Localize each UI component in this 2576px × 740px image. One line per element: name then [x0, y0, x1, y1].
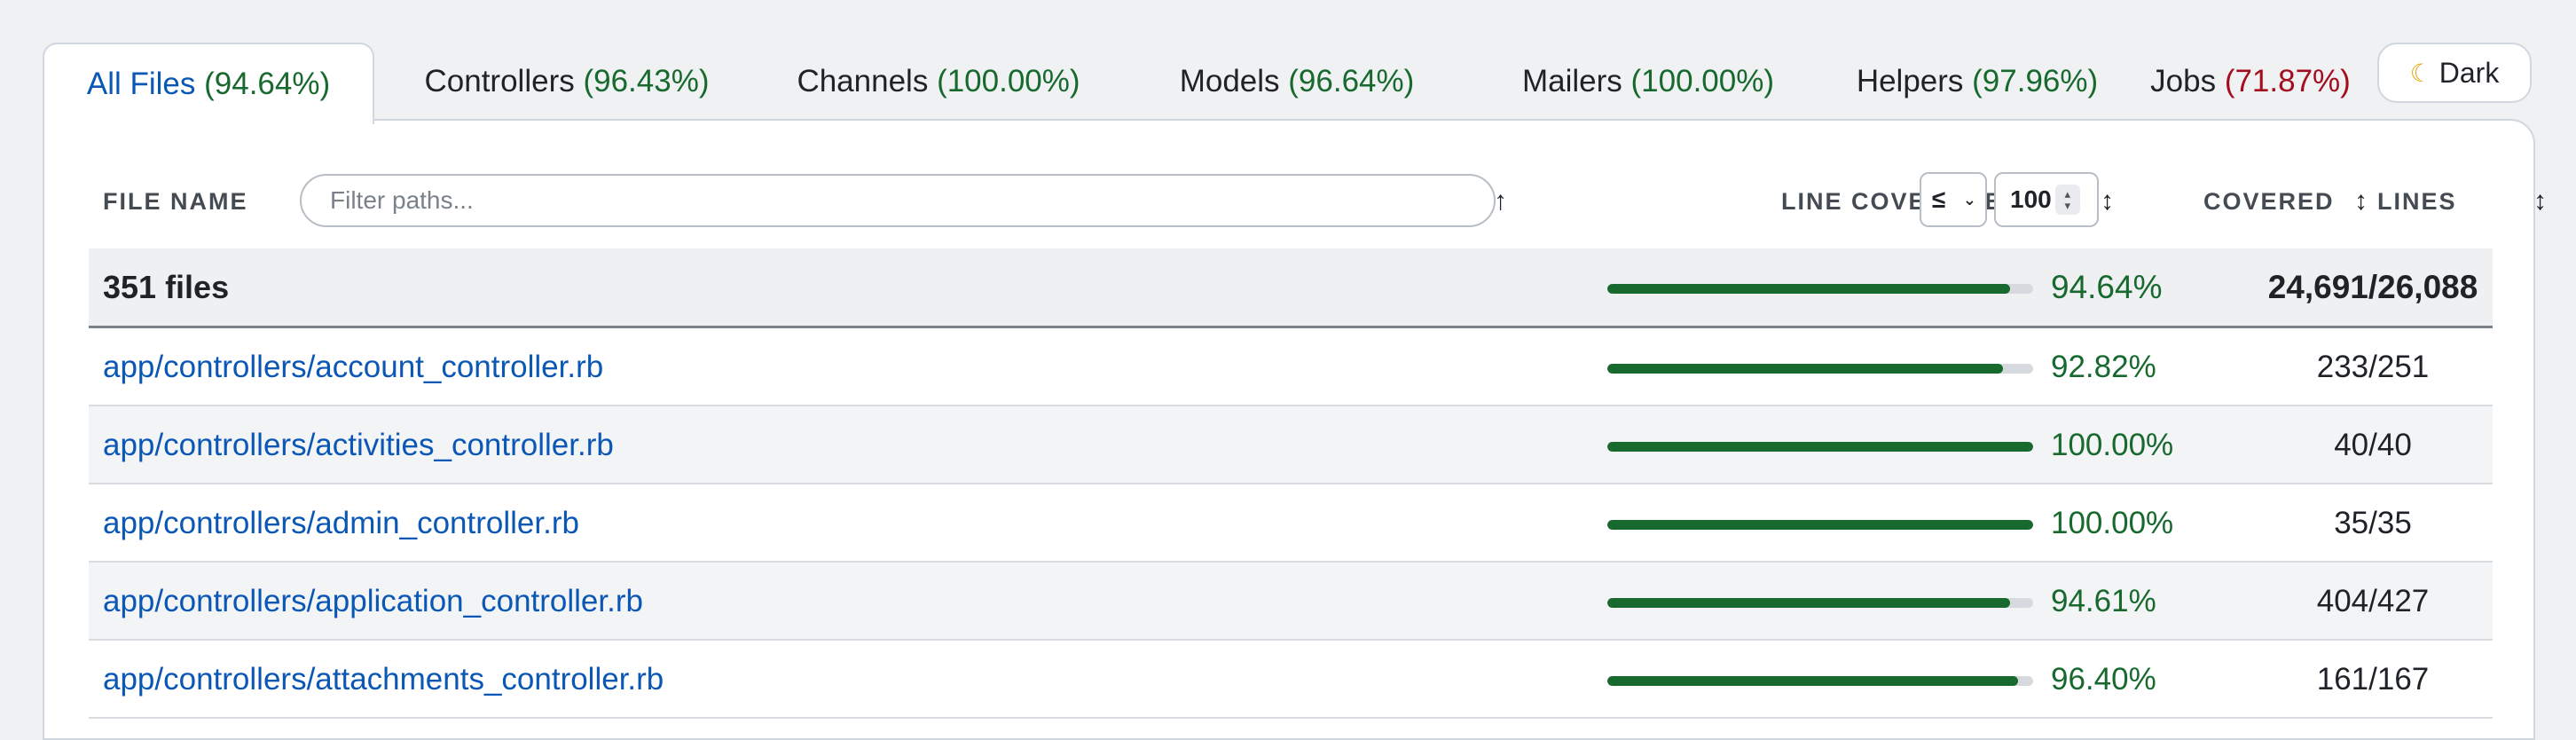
coverage-percent: 94.64%: [2051, 269, 2163, 305]
coverage-percent: 92.82%: [2051, 350, 2156, 384]
table-row: app/controllers/admin_controller.rb 100.…: [89, 484, 2493, 563]
coverage-bar: [1607, 364, 2033, 374]
coverage-bar: [1607, 676, 2033, 686]
summary-row: 351 files 94.64% 24,691/26,088: [89, 248, 2493, 328]
coverage-bar: [1607, 284, 2033, 294]
table-row: app/controllers/activities_controller.rb…: [89, 406, 2493, 484]
tab-channels[interactable]: Channels (100.00%): [779, 43, 1098, 121]
coverage-percent: 100.00%: [2051, 428, 2174, 462]
sort-both-icon[interactable]: ↕: [2101, 174, 2114, 229]
file-link[interactable]: app/controllers/account_controller.rb: [103, 328, 603, 406]
tab-bar: All Files (94.64%) Controllers (96.43%) …: [43, 43, 2535, 124]
covered-lines-header[interactable]: COVERED: [2203, 174, 2335, 229]
file-name-header[interactable]: FILE NAME: [103, 174, 248, 229]
coverage-bar: [1607, 520, 2033, 530]
file-link[interactable]: app/controllers/admin_controller.rb: [103, 484, 579, 563]
table-row: app/controllers/account_controller.rb 92…: [89, 328, 2493, 406]
sort-arrow-up-icon[interactable]: ↑: [1494, 174, 1507, 229]
file-link[interactable]: app/controllers/activities_controller.rb: [103, 406, 614, 484]
coverage-bar-fill: [1607, 676, 2018, 686]
moon-icon: ☾: [2409, 59, 2432, 87]
tab-label: Helpers: [1856, 64, 1964, 98]
tab-controllers[interactable]: Controllers (96.43%): [404, 43, 729, 121]
coverage-percent: 96.40%: [2051, 662, 2156, 697]
tab-label: All Files: [86, 67, 196, 101]
tab-label: Jobs: [2150, 64, 2217, 98]
coverage-bar: [1607, 442, 2033, 452]
table-row: app/controllers/attachments_controller.r…: [89, 641, 2493, 719]
coverage-bar-fill: [1607, 442, 2033, 452]
covered-lines-count: 40/40: [2334, 428, 2412, 462]
covered-lines-count: 24,691/26,088: [2267, 269, 2478, 305]
covered-lines-count: 404/427: [2316, 584, 2430, 618]
table-row: app/controllers/application_controller.r…: [89, 563, 2493, 641]
coverage-bar-fill: [1607, 284, 2011, 294]
file-link[interactable]: app/controllers/application_controller.r…: [103, 563, 643, 641]
tab-helpers[interactable]: Helpers (97.96%): [1831, 43, 2124, 121]
tab-coverage: (71.87%): [2224, 64, 2351, 98]
lines-header[interactable]: LINES: [2377, 174, 2457, 229]
tab-label: Mailers: [1521, 64, 1622, 98]
tab-coverage: (96.64%): [1288, 64, 1415, 98]
tab-coverage: (94.64%): [204, 67, 331, 101]
operator-value: ≤: [1932, 185, 1946, 213]
tab-label: Channels: [797, 64, 929, 98]
threshold-value: 100: [2010, 185, 2052, 213]
tab-label: Models: [1179, 64, 1280, 98]
coverage-percent: 100.00%: [2051, 506, 2174, 540]
theme-toggle-label: Dark: [2439, 56, 2500, 89]
file-count: 351 files: [103, 269, 230, 305]
tab-coverage: (96.43%): [583, 64, 710, 98]
file-link[interactable]: app/controllers/attachments_controller.r…: [103, 641, 664, 719]
coverage-bar-fill: [1607, 520, 2033, 530]
covered-lines-count: 233/251: [2316, 350, 2430, 384]
tab-coverage: (100.00%): [1630, 64, 1774, 98]
number-spinner-icon[interactable]: ▴ ▾: [2054, 185, 2080, 215]
coverage-percent: 94.61%: [2051, 584, 2156, 618]
coverage-bar-fill: [1607, 598, 2011, 608]
dark-mode-toggle-button[interactable]: ☾ Dark: [2377, 43, 2532, 103]
tab-coverage: (100.00%): [937, 64, 1080, 98]
covered-lines-count: 35/35: [2334, 506, 2412, 540]
tab-label: Controllers: [424, 64, 575, 98]
tab-jobs[interactable]: Jobs (71.87%): [2138, 43, 2363, 121]
tab-models[interactable]: Models (96.64%): [1148, 43, 1446, 121]
file-table: 351 files 94.64% 24,691/26,088 app/contr…: [89, 248, 2493, 719]
coverage-threshold-input[interactable]: 100 ▴ ▾: [1994, 172, 2099, 227]
coverage-panel: FILE NAME ↑ LINE COVERAGE ≤ ⌄ 100 ▴▾ ↕ C…: [43, 119, 2547, 740]
covered-lines-count: 161/167: [2316, 662, 2430, 697]
tab-all-files[interactable]: All Files (94.64%): [43, 43, 374, 124]
filter-paths-input[interactable]: [300, 174, 1496, 227]
chevron-down-icon: ⌄: [1962, 190, 1976, 209]
tab-coverage: (97.96%): [1972, 64, 2099, 98]
coverage-bar-fill: [1607, 364, 2003, 374]
sort-both-icon[interactable]: ↕: [2533, 174, 2547, 229]
sort-both-icon[interactable]: ↕: [2354, 174, 2368, 229]
tab-mailers[interactable]: Mailers (100.00%): [1496, 43, 1801, 121]
coverage-operator-select[interactable]: ≤ ⌄: [1920, 172, 1987, 227]
table-header: FILE NAME ↑ LINE COVERAGE ≤ ⌄ 100 ▴▾ ↕ C…: [89, 172, 2547, 245]
coverage-bar: [1607, 598, 2033, 608]
